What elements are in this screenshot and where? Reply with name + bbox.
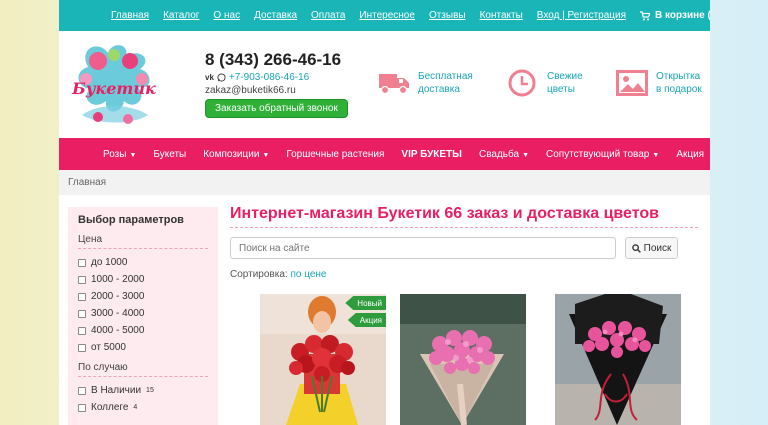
top-navigation: Главная Каталог О нас Доставка Оплата Ин…	[59, 0, 710, 31]
topnav-catalog-link[interactable]: Каталог	[163, 10, 199, 21]
feature-fresh-flowers: Свежие цветы	[507, 69, 583, 97]
topnav-payment-link[interactable]: Оплата	[311, 10, 345, 21]
product-card[interactable]: Новый Акция	[260, 294, 386, 425]
price-option[interactable]: 4000 - 5000	[78, 322, 208, 339]
buketik-logo[interactable]: Букетик	[68, 39, 160, 131]
nav-potted-plants[interactable]: Горшечные растения	[286, 149, 384, 160]
checkbox[interactable]	[78, 275, 86, 284]
option-count: 4	[133, 404, 138, 411]
price-option[interactable]: 2000 - 3000	[78, 288, 208, 305]
feature-delivery-line1: Бесплатная	[418, 71, 473, 82]
nav-related-goods[interactable]: Сопутствующий товар ▼	[546, 149, 659, 160]
page-title: Интернет-магазин Букетик 66 заказ и дост…	[230, 205, 698, 228]
product-image[interactable]	[400, 294, 526, 425]
cart-label: В корзине (0)	[655, 10, 710, 21]
badge-new: Новый	[345, 296, 386, 310]
clock-icon	[508, 69, 536, 97]
price-option[interactable]: от 5000	[78, 339, 208, 356]
feature-free-delivery: Бесплатная доставка	[378, 69, 473, 97]
sort-by-price-link[interactable]: по цене	[290, 269, 326, 280]
topnav-home-link[interactable]: Главная	[111, 10, 149, 21]
search-input[interactable]	[230, 237, 616, 259]
breadcrumb-home[interactable]: Главная	[68, 177, 106, 188]
email-address[interactable]: zakaz@buketik66.ru	[205, 85, 296, 96]
topnav-contacts-link[interactable]: Контакты	[480, 10, 523, 21]
checkbox[interactable]	[78, 309, 86, 318]
chevron-down-icon: ▼	[522, 151, 529, 159]
sort-control: Сортировка: по цене	[230, 269, 326, 280]
product-image[interactable]	[555, 294, 681, 425]
feature-fresh-line2: цветы	[547, 84, 575, 95]
feature-gift-card: Открытка в подарок	[616, 69, 702, 97]
image-icon	[616, 70, 648, 96]
topnav-login-link[interactable]: Вход | Регистрация	[537, 10, 626, 21]
search-button[interactable]: Поиск	[625, 237, 678, 259]
price-section-label: Цена	[78, 234, 208, 249]
feature-card-line1: Открытка	[656, 71, 701, 82]
cart-icon	[640, 10, 651, 20]
topnav-delivery-link[interactable]: Доставка	[254, 10, 297, 21]
filter-sidebar: Выбор параметров Цена до 1000 1000 - 200…	[68, 207, 218, 425]
nav-compositions[interactable]: Композиции ▼	[203, 149, 269, 160]
whatsapp-icon[interactable]	[217, 73, 226, 82]
topnav-reviews-link[interactable]: Отзывы	[429, 10, 466, 21]
price-option[interactable]: 1000 - 2000	[78, 271, 208, 288]
main-navigation: Розы ▼ Букеты Композиции ▼ Горшечные расте…	[59, 138, 710, 170]
chevron-down-icon: ▼	[129, 151, 137, 159]
checkbox[interactable]	[78, 326, 86, 335]
feature-delivery-line2: доставка	[418, 84, 460, 95]
price-option[interactable]: до 1000	[78, 254, 208, 271]
feature-fresh-line1: Свежие	[547, 71, 583, 82]
nav-roses[interactable]: Розы ▼	[103, 149, 136, 160]
badge-promo: Акция	[347, 313, 386, 327]
checkbox[interactable]	[78, 403, 86, 412]
nav-vip-bouquets[interactable]: VIP БУКЕТЫ	[401, 149, 462, 160]
cart-link[interactable]: В корзине (0)	[640, 10, 710, 21]
product-card[interactable]	[400, 294, 526, 425]
product-card[interactable]	[555, 294, 681, 425]
price-option[interactable]: 3000 - 4000	[78, 305, 208, 322]
chevron-down-icon: ▼	[262, 151, 270, 159]
checkbox[interactable]	[78, 343, 86, 352]
topnav-interesting-link[interactable]: Интересное	[359, 10, 415, 21]
mobile-contact: vk +7-903-086-46-16	[205, 72, 309, 83]
option-count: 15	[146, 387, 154, 394]
feature-card-line2: в подарок	[656, 84, 702, 95]
search-icon	[631, 243, 641, 253]
topnav-about-link[interactable]: О нас	[213, 10, 240, 21]
svg-text:Букетик: Букетик	[71, 79, 156, 98]
nav-wedding[interactable]: Свадьба ▼	[479, 149, 529, 160]
checkbox[interactable]	[78, 386, 86, 395]
mobile-number[interactable]: +7-903-086-46-16	[229, 72, 309, 83]
occasion-option[interactable]: Коллеге 4	[78, 399, 208, 416]
nav-promo[interactable]: Акция	[676, 149, 704, 160]
nav-bouquets[interactable]: Букеты	[153, 149, 186, 160]
callback-button[interactable]: Заказать обратный звонок	[205, 99, 348, 118]
occasion-option[interactable]: В Наличии 15	[78, 382, 208, 399]
sort-label: Сортировка:	[230, 269, 288, 280]
occasion-section-label: По случаю	[78, 362, 208, 377]
vk-icon[interactable]: vk	[205, 73, 214, 82]
truck-icon	[379, 74, 409, 95]
checkbox[interactable]	[78, 258, 86, 267]
checkbox[interactable]	[78, 292, 86, 301]
page: Главная Каталог О нас Доставка Оплата Ин…	[59, 0, 710, 425]
filter-title: Выбор параметров	[78, 214, 184, 226]
chevron-down-icon: ▼	[652, 151, 660, 159]
breadcrumb: Главная	[59, 170, 710, 195]
site-header: Букетик 8 (343) 266-46-16 vk +7-903-086-…	[59, 31, 710, 138]
phone-number[interactable]: 8 (343) 266-46-16	[205, 50, 341, 70]
